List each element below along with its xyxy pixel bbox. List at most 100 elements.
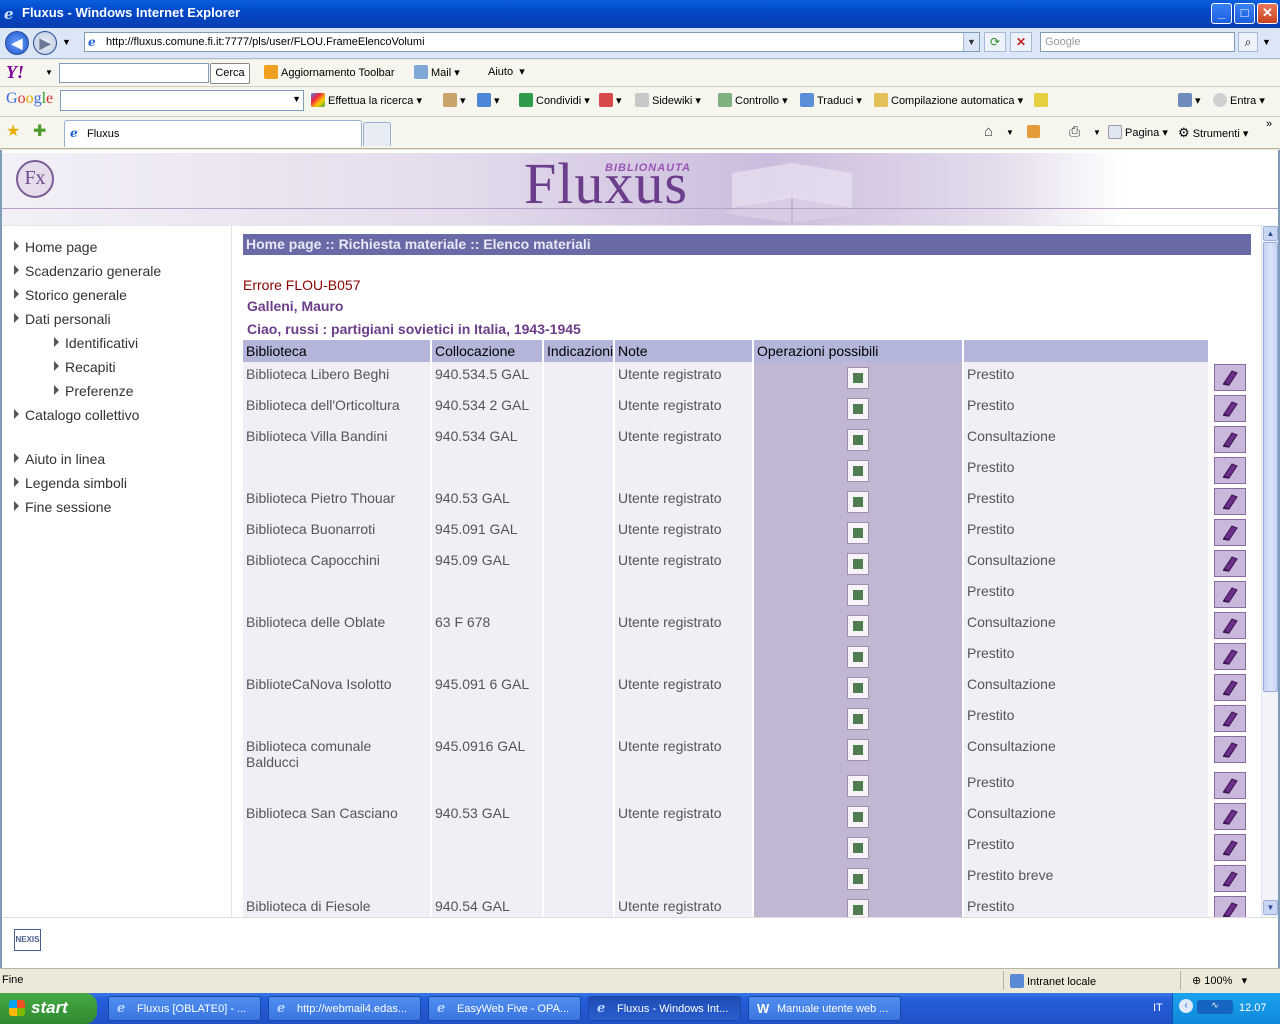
highlighter-icon[interactable] [1034, 93, 1051, 107]
popup-blocker-icon[interactable]: ▾ [599, 93, 622, 107]
history-dropdown-icon[interactable]: ▼ [62, 37, 71, 47]
settings-wrench-icon[interactable]: ▾ [1178, 93, 1201, 107]
sidebar-item-aiuto[interactable]: Aiuto in linea [14, 451, 105, 467]
sidebar-item-fine[interactable]: Fine sessione [14, 499, 111, 515]
page-menu[interactable]: Pagina ▾ [1108, 125, 1168, 139]
address-bar[interactable]: e http://fluxus.comune.fi.it:7777/pls/us… [84, 32, 980, 52]
request-book-button[interactable] [1214, 772, 1246, 799]
language-indicator[interactable]: IT [1153, 1002, 1163, 1014]
zone-indicator[interactable]: Intranet locale [1010, 974, 1096, 988]
sidebar-item-catalogo[interactable]: Catalogo collettivo [14, 407, 139, 423]
sidebar-item-storico[interactable]: Storico generale [14, 287, 127, 303]
mail-button[interactable]: Mail ▾ [414, 65, 460, 79]
sidebar-item-dati[interactable]: Dati personali [14, 311, 111, 327]
signin-button[interactable]: Entra ▾ [1213, 93, 1265, 107]
select-checkbox[interactable] [847, 460, 869, 482]
sidebar-item-scadenzario[interactable]: Scadenzario generale [14, 263, 161, 279]
google-search-input[interactable]: ▼ [60, 90, 304, 111]
add-icon[interactable]: ▾ [477, 93, 500, 107]
scroll-up-icon[interactable]: ▲ [1263, 226, 1278, 241]
rss-icon[interactable] [1027, 125, 1040, 138]
scroll-down-icon[interactable]: ▼ [1263, 900, 1278, 915]
request-book-button[interactable] [1214, 488, 1246, 515]
search-input[interactable]: Google [1040, 32, 1235, 52]
translate-button[interactable]: Traduci ▾ [800, 93, 862, 107]
refresh-icon[interactable]: ⟳ [984, 32, 1006, 52]
tab-fluxus[interactable]: e Fluxus [64, 120, 362, 147]
yahoo-search-button[interactable]: Cerca [210, 63, 250, 84]
spellcheck-button[interactable]: Controllo ▾ [718, 93, 788, 107]
print-icon[interactable]: ⎙ [1069, 123, 1080, 140]
sidebar-item-home[interactable]: Home page [14, 239, 97, 255]
yahoo-search-input[interactable] [59, 63, 209, 83]
taskbar-button-easyweb[interactable]: e EasyWeb Five - OPA... [428, 996, 581, 1021]
select-checkbox[interactable] [847, 491, 869, 513]
select-checkbox[interactable] [847, 775, 869, 797]
vertical-scrollbar[interactable]: ▲ ▼ [1261, 225, 1278, 917]
add-favorites-icon[interactable]: ✚ [33, 121, 46, 141]
select-checkbox[interactable] [847, 584, 869, 606]
select-checkbox[interactable] [847, 806, 869, 828]
sidebar-item-recapiti[interactable]: Recapiti [54, 359, 116, 375]
sidebar-item-preferenze[interactable]: Preferenze [54, 383, 133, 399]
request-book-button[interactable] [1214, 457, 1246, 484]
select-checkbox[interactable] [847, 708, 869, 730]
search-icon[interactable]: ⌕ [1238, 32, 1258, 52]
scroll-thumb[interactable] [1263, 242, 1278, 692]
taskbar-button-fluxus-ie[interactable]: e Fluxus - Windows Int... [588, 996, 741, 1021]
yahoo-logo[interactable]: Y! [6, 62, 24, 83]
yahoo-dropdown-icon[interactable]: ▼ [45, 68, 53, 77]
tray-arrow-icon[interactable]: ‹ [1179, 999, 1193, 1013]
network-icon[interactable]: ∿ [1197, 1000, 1233, 1014]
share-button[interactable]: Condividi ▾ [519, 93, 590, 107]
help-menu[interactable]: Aiuto ▾ [488, 65, 525, 78]
select-checkbox[interactable] [847, 615, 869, 637]
google-search-dropdown-icon[interactable]: ▼ [292, 94, 301, 104]
tools-menu[interactable]: ⚙ Strumenti ▾ [1178, 125, 1248, 141]
start-button[interactable]: start [0, 993, 97, 1024]
stop-icon[interactable]: ✕ [1010, 32, 1032, 52]
select-checkbox[interactable] [847, 553, 869, 575]
taskbar-button-manuale[interactable]: W Manuale utente web ... [748, 996, 901, 1021]
address-url[interactable]: http://fluxus.comune.fi.it:7777/pls/user… [106, 36, 425, 48]
select-checkbox[interactable] [847, 739, 869, 761]
taskbar-button-fluxus-oblate[interactable]: e Fluxus [OBLATE0] - ... [108, 996, 261, 1021]
close-button[interactable]: ✕ [1257, 3, 1278, 24]
sidebar-item-identificativi[interactable]: Identificativi [54, 335, 138, 351]
select-checkbox[interactable] [847, 398, 869, 420]
toolbar-overflow-icon[interactable]: » [1266, 118, 1272, 130]
request-book-button[interactable] [1214, 550, 1246, 577]
request-book-button[interactable] [1214, 519, 1246, 546]
forward-button[interactable]: ▶ [33, 31, 57, 55]
request-book-button[interactable] [1214, 834, 1246, 861]
back-button[interactable]: ◀ [5, 31, 29, 55]
select-checkbox[interactable] [847, 646, 869, 668]
fx-logo[interactable]: Fx [16, 160, 54, 198]
search-options-icon[interactable]: ▼ [1262, 37, 1271, 47]
google-search-button[interactable]: Effettua la ricerca ▾ [311, 93, 422, 107]
select-checkbox[interactable] [847, 367, 869, 389]
request-book-button[interactable] [1214, 865, 1246, 892]
clock[interactable]: 12.07 [1239, 1002, 1267, 1014]
autofill-button[interactable]: Compilazione automatica ▾ [874, 93, 1023, 107]
home-icon[interactable]: ⌂ [984, 123, 993, 140]
request-book-button[interactable] [1214, 736, 1246, 763]
maximize-button[interactable]: □ [1234, 3, 1255, 24]
sidebar-item-legenda[interactable]: Legenda simboli [14, 475, 127, 491]
select-checkbox[interactable] [847, 429, 869, 451]
request-book-button[interactable] [1214, 364, 1246, 391]
select-checkbox[interactable] [847, 677, 869, 699]
new-tab-button[interactable] [363, 122, 391, 146]
request-book-button[interactable] [1214, 705, 1246, 732]
request-book-button[interactable] [1214, 643, 1246, 670]
zoom-control[interactable]: ⊕ 100% ▾ [1192, 974, 1247, 987]
bookmark-icon[interactable]: ▾ [443, 93, 466, 107]
select-checkbox[interactable] [847, 868, 869, 890]
minimize-button[interactable]: _ [1211, 3, 1232, 24]
sidewiki-button[interactable]: Sidewiki ▾ [635, 93, 701, 107]
select-checkbox[interactable] [847, 899, 869, 917]
nexis-logo[interactable]: NEXIS [14, 929, 41, 951]
home-dropdown-icon[interactable]: ▼ [1006, 128, 1014, 137]
address-dropdown-icon[interactable]: ▼ [963, 33, 979, 51]
select-checkbox[interactable] [847, 522, 869, 544]
